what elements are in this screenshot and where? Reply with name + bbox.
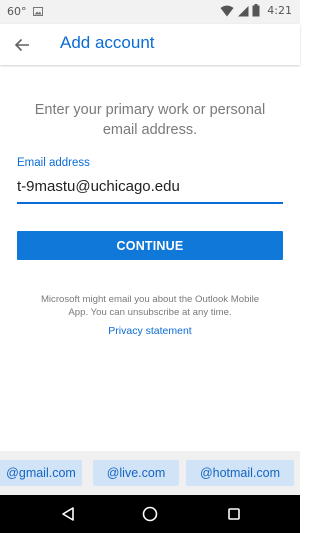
image-icon [32, 7, 43, 16]
wifi-icon [220, 5, 234, 16]
nav-home-button[interactable] [140, 504, 160, 524]
continue-button[interactable]: CONTINUE [17, 231, 283, 260]
status-bar: 60° 4:21 [0, 0, 300, 24]
navigation-bar [0, 495, 300, 533]
back-button[interactable] [10, 33, 34, 57]
clock-text: 4:21 [267, 4, 292, 17]
disclaimer-text: Microsoft might email you about the Outl… [40, 294, 260, 318]
back-triangle-icon [62, 507, 74, 521]
page-title: Add account [60, 33, 155, 52]
nav-recents-button[interactable] [224, 504, 244, 524]
app-bar: Add account [0, 24, 300, 65]
signal-icon [238, 5, 249, 16]
email-field-label: Email address [17, 157, 90, 169]
home-circle-icon [142, 506, 158, 522]
battery-icon [252, 4, 260, 17]
arrow-left-icon [14, 38, 29, 52]
suggestion-chip-hotmail[interactable]: @hotmail.com [186, 460, 294, 486]
nav-back-button[interactable] [58, 504, 78, 524]
email-field[interactable] [17, 174, 283, 204]
suggestion-chip-gmail[interactable]: @gmail.com [0, 460, 82, 486]
privacy-statement-link[interactable]: Privacy statement [0, 325, 300, 337]
temperature-text: 60° [7, 5, 27, 18]
instruction-text: Enter your primary work or personal emai… [34, 102, 266, 138]
recents-square-icon [228, 508, 240, 520]
domain-suggestion-bar: @gmail.com @live.com @hotmail.com [0, 451, 300, 495]
status-right: 4:21 [220, 4, 292, 17]
status-left: 60° [7, 5, 43, 18]
suggestion-chip-live[interactable]: @live.com [93, 460, 179, 486]
